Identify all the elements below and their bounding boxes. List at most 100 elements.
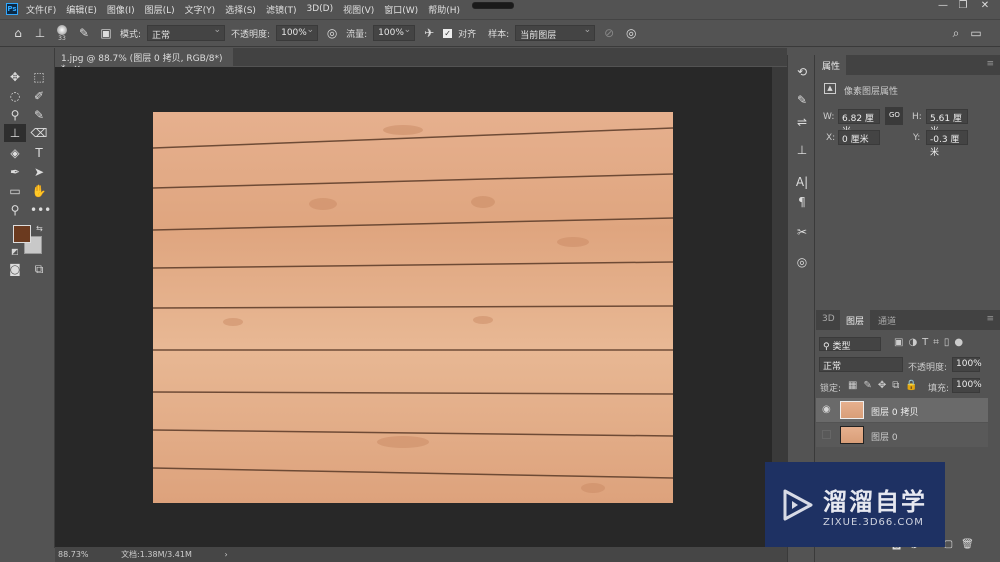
photoshop-logo: Ps [6,3,18,15]
history-icon[interactable]: ⟲ [794,65,810,79]
align-checkbox[interactable]: ✓ [443,28,453,38]
brush-panel-icon[interactable]: ✎ [794,93,810,107]
workspace-icon[interactable]: ▭ [968,26,984,40]
pressure-size-icon[interactable]: ◎ [623,26,639,40]
height-label: H: [912,112,922,122]
sample-select[interactable]: 当前图层 [515,25,596,41]
link-dimensions-icon[interactable]: GO [885,107,903,125]
close-window-button[interactable]: ✕ [974,0,996,16]
y-input[interactable]: -0.3 厘米 [926,130,968,158]
tab-layers[interactable]: 图层 [840,310,871,330]
menu-type[interactable]: 文字(Y) [185,3,216,16]
watermark-logo: 溜溜自学 ZIXUE.3D66.COM [765,462,945,547]
visibility-toggle[interactable] [822,430,831,439]
lasso-tool-icon[interactable]: ◌ [6,87,24,105]
clone-source-icon[interactable]: ▣ [98,26,114,40]
clone-source-panel-icon[interactable]: ⊥ [794,143,810,157]
tab-3d[interactable]: 3D [816,310,841,330]
pen-tool-icon[interactable]: ✒ [6,163,24,181]
layer-row[interactable]: ◉ 图层 0 拷贝 [816,398,988,422]
paragraph-icon[interactable]: ¶ [794,195,810,209]
menu-bar: Ps 文件(F) 编辑(E) 图像(I) 图层(L) 文字(Y) 选择(S) 滤… [0,0,1000,18]
home-icon[interactable]: ⌂ [10,26,26,40]
width-label: W: [823,112,835,122]
paint-bucket-tool-icon[interactable]: ◈ [6,144,24,162]
brush-preset-picker[interactable]: 33 [54,24,70,42]
watermark-title: 溜溜自学 [823,487,927,516]
width-input[interactable]: 6.82 厘米 [838,109,880,137]
zoom-tool-icon[interactable]: ⚲ [6,201,24,219]
type-tool-icon[interactable]: T [30,144,48,162]
clone-stamp-tool-icon[interactable]: ⊥ [4,124,26,142]
minimize-button[interactable]: — [932,0,954,16]
progress-indicator [472,2,514,9]
tools-panel-icon[interactable]: ✂ [794,225,810,239]
menu-layer[interactable]: 图层(L) [145,3,175,16]
more-tools-icon[interactable]: ••• [30,201,51,219]
zoom-level[interactable]: 88.73% [58,550,89,559]
lock-icons[interactable]: ▦✎✥⧉🔒 [848,380,924,391]
panel-menu-icon[interactable]: ≡ [986,59,994,69]
tab-properties[interactable]: 属性 [816,55,847,75]
document-canvas-image[interactable] [153,112,673,503]
menu-window[interactable]: 窗口(W) [384,3,418,16]
rectangle-tool-icon[interactable]: ▭ [6,182,24,200]
x-input[interactable]: 0 厘米 [838,130,880,145]
visibility-eye-icon[interactable]: ◉ [822,404,831,415]
quick-select-tool-icon[interactable]: ✐ [30,87,48,105]
libraries-icon[interactable]: ◎ [794,255,810,269]
adjustments-icon[interactable]: ⇌ [794,115,810,129]
layers-menu-icon[interactable]: ≡ [986,314,994,324]
move-tool-icon[interactable]: ✥ [6,68,24,86]
layer-opacity-label: 不透明度: [908,363,948,373]
document-tab[interactable]: 1.jpg @ 88.7% (图层 0 拷贝, RGB/8*) * × [55,48,233,74]
character-icon[interactable]: A| [794,175,810,189]
brush-icon [57,24,67,35]
search-icon[interactable]: ⌕ [948,26,964,41]
blend-mode-select[interactable]: 正常 [819,357,903,372]
brush-settings-icon[interactable]: ✎ [76,26,92,40]
pressure-opacity-icon[interactable]: ◎ [324,26,340,40]
layer-opacity-input[interactable]: 100% [952,357,982,372]
menu-help[interactable]: 帮助(H) [428,3,460,16]
path-select-tool-icon[interactable]: ➤ [30,163,48,181]
foreground-color-swatch[interactable] [13,225,31,243]
sample-label: 样本: [488,29,510,40]
options-bar: ⌂ ⊥ 33 ✎ ▣ 模式: 正常 不透明度: 100% ◎ 流量: 100% … [0,19,1000,47]
eyedropper-tool-icon[interactable]: ⚲ [6,106,24,124]
menu-image[interactable]: 图像(I) [107,3,135,16]
opacity-input[interactable]: 100% [276,25,319,41]
menu-select[interactable]: 选择(S) [225,3,256,16]
default-colors-icon[interactable]: ◩ [11,247,19,256]
flow-input[interactable]: 100% [373,25,416,41]
screen-mode-icon[interactable]: ⧉ [30,260,48,278]
swap-colors-icon[interactable]: ⇆ [36,224,43,233]
layer-name: 图层 0 拷贝 [871,408,919,418]
layer-row[interactable]: 图层 0 [816,423,988,447]
menu-view[interactable]: 视图(V) [343,3,374,16]
tab-channels[interactable]: 通道 [872,310,902,330]
menu-file[interactable]: 文件(F) [26,3,56,16]
menu-filter[interactable]: 滤镜(T) [266,3,297,16]
menu-3d[interactable]: 3D(D) [306,4,333,14]
marquee-tool-icon[interactable]: ⬚ [30,68,48,86]
hand-tool-icon[interactable]: ✋ [30,182,48,200]
ignore-adjustment-icon[interactable]: ⊘ [601,26,617,40]
watermark-url: ZIXUE.3D66.COM [823,516,924,528]
status-menu-arrow[interactable]: › [224,550,227,559]
restore-button[interactable]: ❐ [952,0,974,16]
layer-filter-select[interactable]: ⚲ 类型 [819,337,881,352]
align-label: 对齐 [458,29,477,40]
mode-select[interactable]: 正常 [147,25,226,41]
fill-input[interactable]: 100% [952,378,982,393]
eraser-tool-icon[interactable]: ⌫ [30,124,48,142]
brush-size: 33 [58,34,66,42]
layer-name: 图层 0 [871,433,898,443]
brush-tool-icon[interactable]: ✎ [30,106,48,124]
clone-stamp-preset-icon[interactable]: ⊥ [32,26,48,40]
airbrush-icon[interactable]: ✈ [421,26,437,40]
quick-mask-icon[interactable]: ◙ [6,260,24,278]
menu-edit[interactable]: 编辑(E) [66,3,97,16]
height-input[interactable]: 5.61 厘米 [926,109,968,137]
layer-filter-icons[interactable]: ▣◑T⌗▯● [894,337,968,348]
